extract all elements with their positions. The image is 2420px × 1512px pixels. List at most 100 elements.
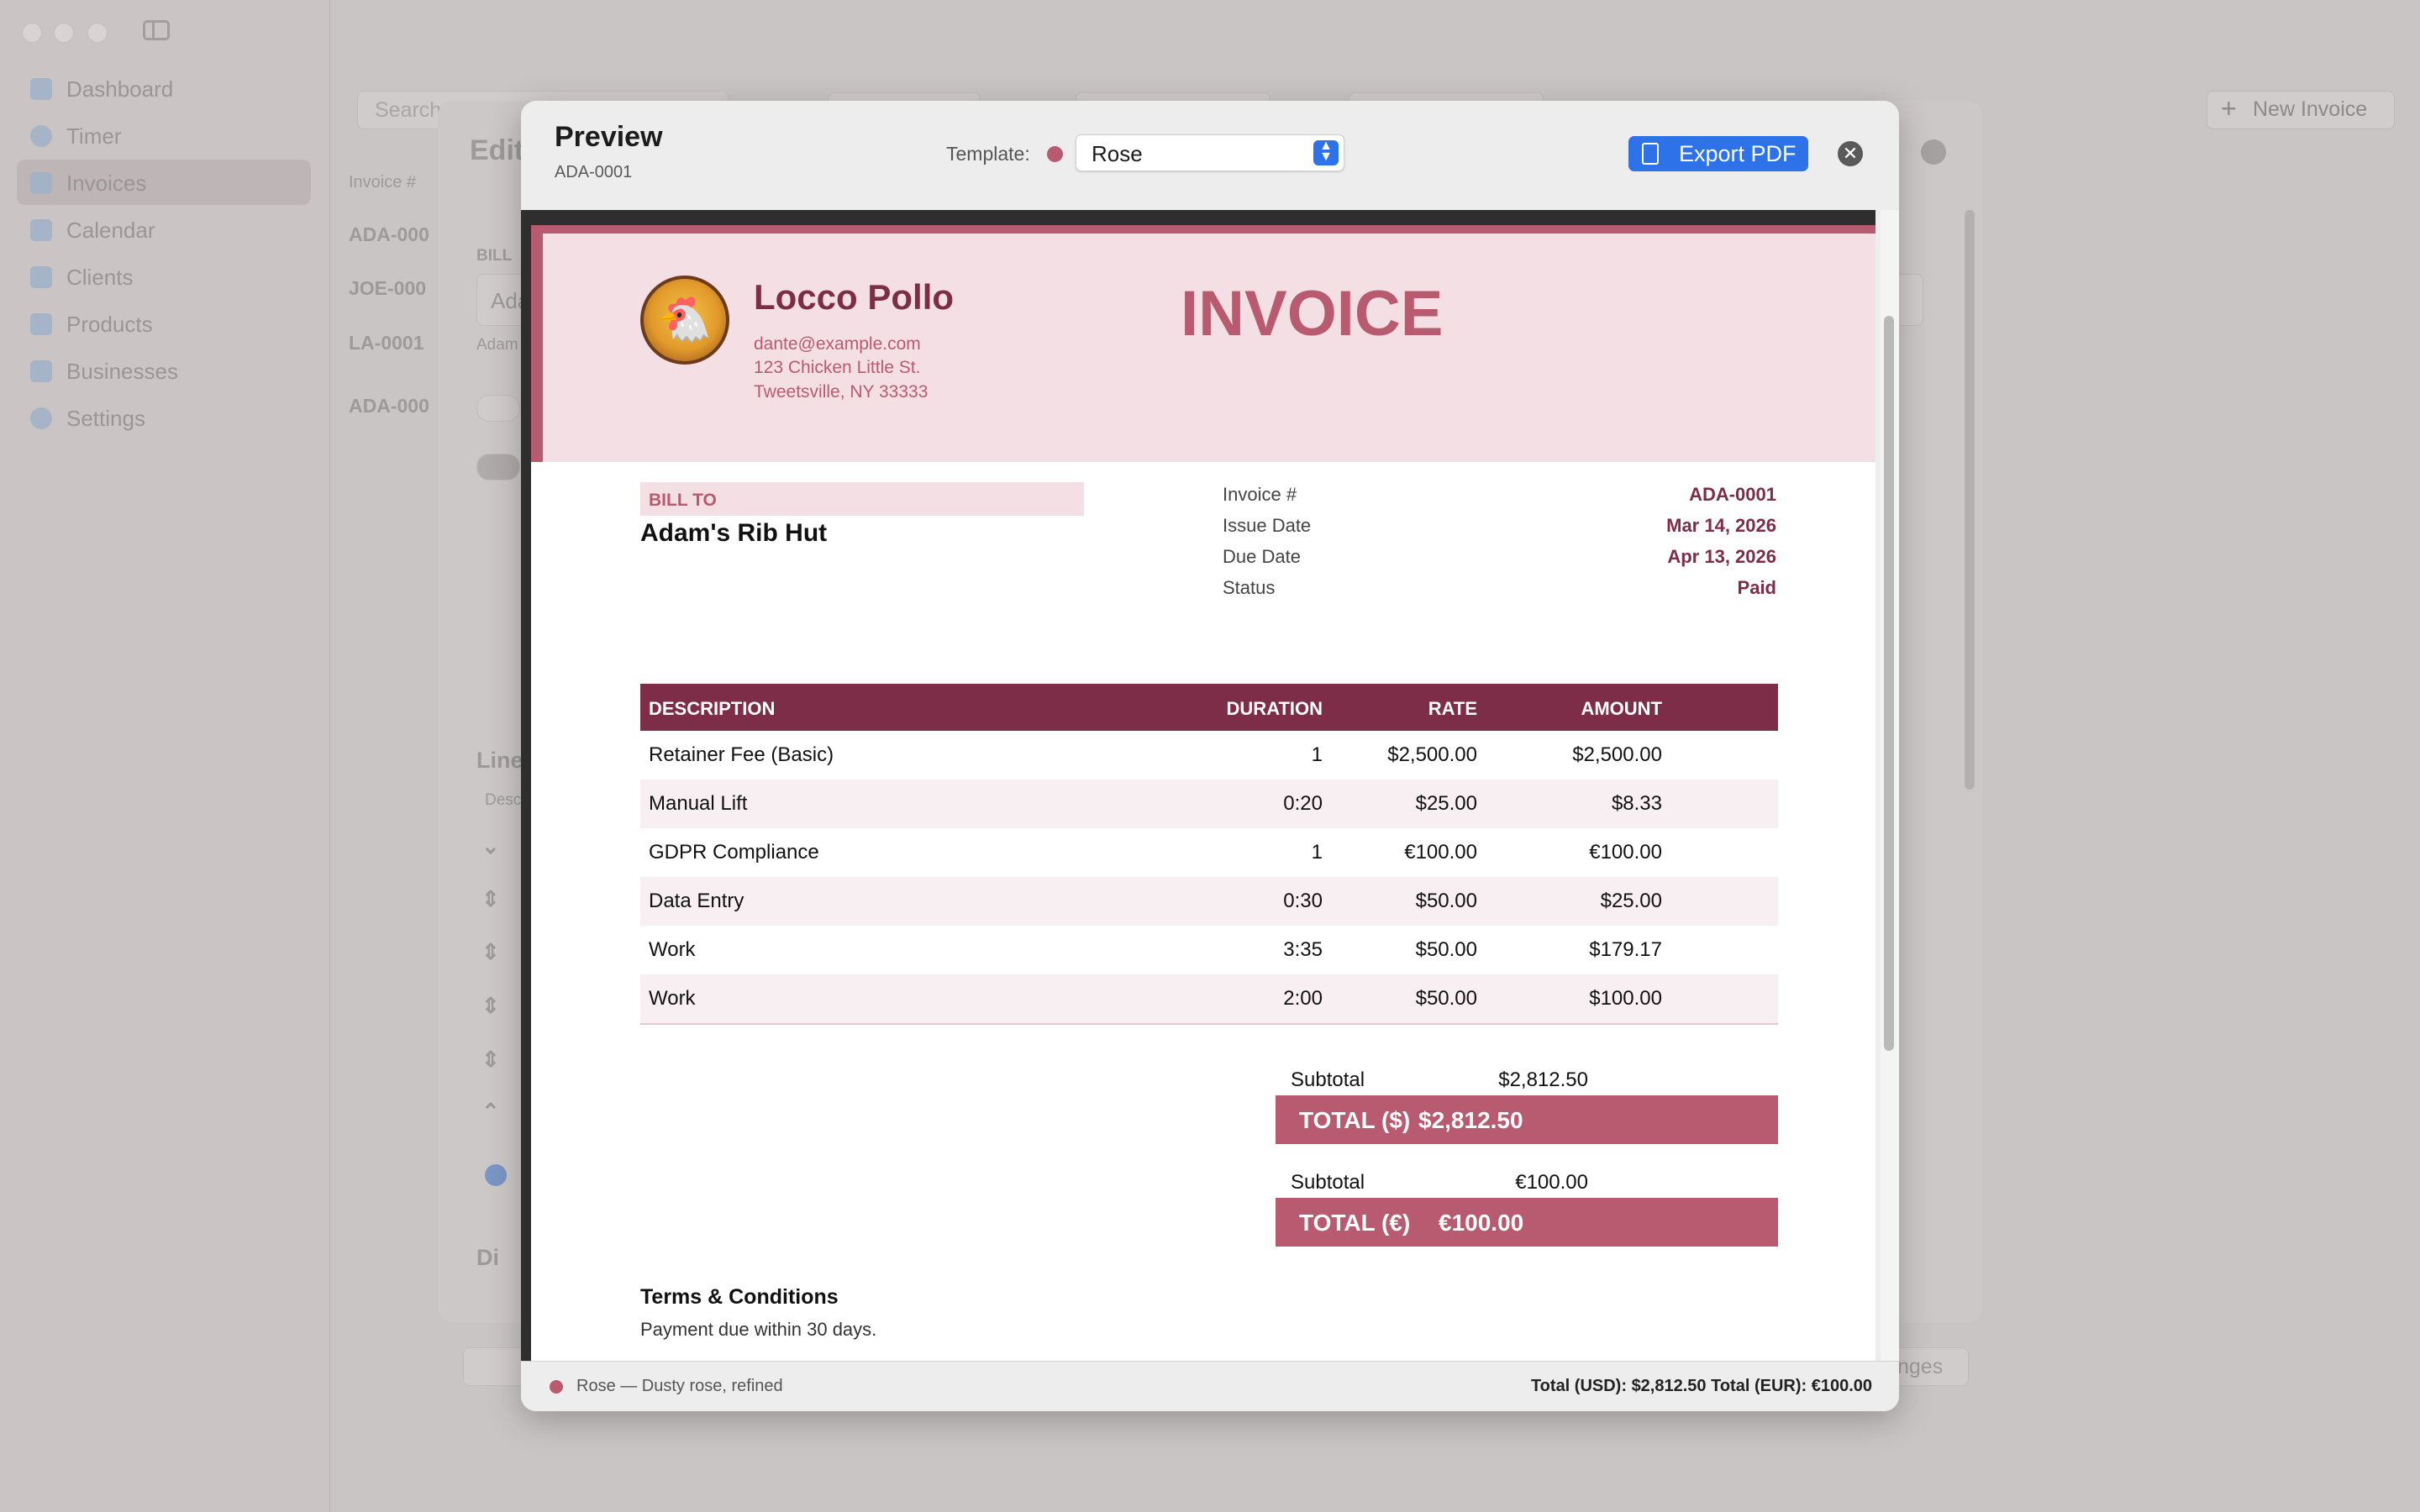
total-label: TOTAL (€)	[1299, 1210, 1411, 1236]
preview-footer: Rose — Dusty rose, refined Total (USD): …	[521, 1361, 1899, 1411]
add-line-icon[interactable]	[485, 1164, 507, 1186]
minimize-window-button[interactable]	[54, 23, 74, 43]
footer-totals: Total (USD): $2,812.50 Total (EUR): €100…	[1530, 1377, 1872, 1395]
scrollbar[interactable]	[1965, 210, 1975, 790]
zoom-window-button[interactable]	[87, 23, 108, 43]
document-viewport[interactable]: 🐔 Locco Pollo dante@example.com 123 Chic…	[521, 210, 1876, 1401]
subtotal-value: €100.00	[1515, 1171, 1588, 1194]
template-label: Template:	[946, 143, 1030, 165]
gear-icon	[30, 407, 52, 429]
reorder-icon[interactable]: ⇕	[481, 1047, 500, 1073]
reorder-icon[interactable]: ⇕	[481, 993, 500, 1019]
chevron-up-icon[interactable]: ⌃	[481, 1099, 500, 1125]
close-icon[interactable]: ✕	[1838, 141, 1863, 166]
cell-duration: 1	[1311, 743, 1323, 766]
sidebar-item-label: Invoices	[66, 171, 147, 196]
subtotal-value: $2,812.50	[1498, 1068, 1588, 1091]
scrollbar-thumb[interactable]	[1884, 316, 1894, 1051]
accent-bar	[531, 225, 1876, 234]
chevron-updown-icon: ▲ ▼	[1313, 139, 1339, 165]
meta-label: Status	[1223, 577, 1276, 598]
invoice-list-item[interactable]: JOE-000	[349, 277, 426, 300]
sidebar-item-label: Clients	[66, 265, 134, 290]
export-pdf-label: Export PDF	[1679, 141, 1797, 166]
column-header-description: DESCRIPTION	[649, 698, 776, 719]
line-items-header: DESCRIPTION DURATION RATE AMOUNT	[640, 684, 1778, 731]
people-icon	[30, 266, 52, 288]
template-color-swatch	[1047, 146, 1063, 162]
close-window-button[interactable]	[22, 23, 42, 43]
client-hint: Adam	[476, 336, 518, 354]
template-select[interactable]: Rose ▲ ▼	[1076, 134, 1344, 171]
cell-description: GDPR Compliance	[649, 841, 819, 864]
preview-scrollbar[interactable]	[1881, 210, 1899, 1361]
save-changes-label: nges	[1897, 1355, 1944, 1378]
cell-rate: $2,500.00	[1387, 743, 1477, 766]
table-row: Work 2:00 $50.00 $100.00	[640, 974, 1778, 1023]
pdf-document-icon	[1642, 143, 1659, 165]
invoice-list-item[interactable]: LA-0001	[349, 332, 424, 354]
cell-duration: 1	[1311, 841, 1323, 864]
cell-amount: $100.00	[1589, 987, 1662, 1010]
export-pdf-button[interactable]: Export PDF	[1628, 136, 1808, 171]
reorder-icon[interactable]: ⇕	[481, 939, 500, 965]
sidebar-item-invoices[interactable]: Invoices	[17, 160, 311, 205]
subtotal-label: Subtotal	[1291, 1068, 1365, 1091]
sidebar-toggle-icon[interactable]	[143, 20, 170, 40]
business-logo: 🐔	[640, 276, 729, 365]
cell-amount: €100.00	[1589, 841, 1662, 864]
total-value: €100.00	[1439, 1210, 1524, 1236]
business-name: Locco Pollo	[754, 277, 955, 317]
cell-rate: $50.00	[1415, 938, 1477, 961]
bill-to-label: BILL TO	[649, 491, 717, 510]
sidebar: Dashboard Timer Invoices Calendar Client…	[0, 0, 330, 1512]
total-label: TOTAL ($)	[1299, 1107, 1411, 1133]
sidebar-item-label: Businesses	[66, 359, 178, 384]
cell-duration: 3:35	[1283, 938, 1323, 961]
toggle-switch[interactable]	[476, 454, 520, 480]
sidebar-item-clients[interactable]: Clients	[17, 254, 311, 299]
invoice-heading: INVOICE	[1181, 278, 1444, 349]
search-placeholder: Search	[375, 98, 442, 122]
invoice-document: 🐔 Locco Pollo dante@example.com 123 Chic…	[531, 225, 1876, 1401]
sidebar-item-calendar[interactable]: Calendar	[17, 207, 311, 252]
table-row: Retainer Fee (Basic) 1 $2,500.00 $2,500.…	[640, 731, 1778, 780]
total-eur-bar: TOTAL (€) €100.00	[1276, 1198, 1778, 1247]
box-icon	[30, 313, 52, 335]
cell-rate: $25.00	[1415, 792, 1477, 815]
preview-title: Preview	[555, 121, 663, 153]
new-invoice-button[interactable]: + New Invoice	[2207, 91, 2395, 129]
cell-duration: 0:20	[1283, 792, 1323, 815]
footer-template-description: Rose — Dusty rose, refined	[576, 1377, 783, 1395]
close-icon[interactable]	[1921, 139, 1946, 165]
bill-to-label: BILL	[476, 247, 513, 265]
calendar-icon	[30, 219, 52, 241]
business-email: dante@example.com	[754, 334, 921, 354]
sidebar-item-businesses[interactable]: Businesses	[17, 348, 311, 393]
document-icon	[30, 172, 52, 194]
plus-icon: +	[2221, 93, 2237, 123]
sidebar-item-timer[interactable]: Timer	[17, 113, 311, 158]
cell-description: Work	[649, 938, 696, 961]
sidebar-item-label: Calendar	[66, 218, 155, 243]
bill-to-label-box: BILL TO	[640, 482, 1084, 516]
cell-amount: $25.00	[1600, 890, 1662, 912]
column-header-duration: DURATION	[1226, 698, 1323, 719]
sidebar-item-products[interactable]: Products	[17, 301, 311, 346]
clock-icon	[30, 125, 52, 147]
table-row: Work 3:35 $50.00 $179.17	[640, 926, 1778, 974]
invoice-list-item[interactable]: ADA-000	[349, 223, 429, 246]
reorder-icon[interactable]: ⇕	[481, 886, 500, 912]
discount-label[interactable]: Di	[476, 1245, 499, 1271]
sidebar-item-settings[interactable]: Settings	[17, 395, 311, 440]
cell-duration: 2:00	[1283, 987, 1323, 1010]
invoice-list-item[interactable]: ADA-000	[349, 395, 429, 417]
cell-rate: $50.00	[1415, 987, 1477, 1010]
cell-description: Work	[649, 987, 696, 1010]
sidebar-item-dashboard[interactable]: Dashboard	[17, 66, 311, 111]
chevron-down-icon[interactable]: ⌄	[481, 833, 500, 859]
status-value: Paid	[1737, 577, 1776, 598]
cell-description: Data Entry	[649, 890, 744, 912]
toggle-switch[interactable]	[476, 395, 520, 422]
terms-text: Payment due within 30 days.	[640, 1319, 877, 1340]
